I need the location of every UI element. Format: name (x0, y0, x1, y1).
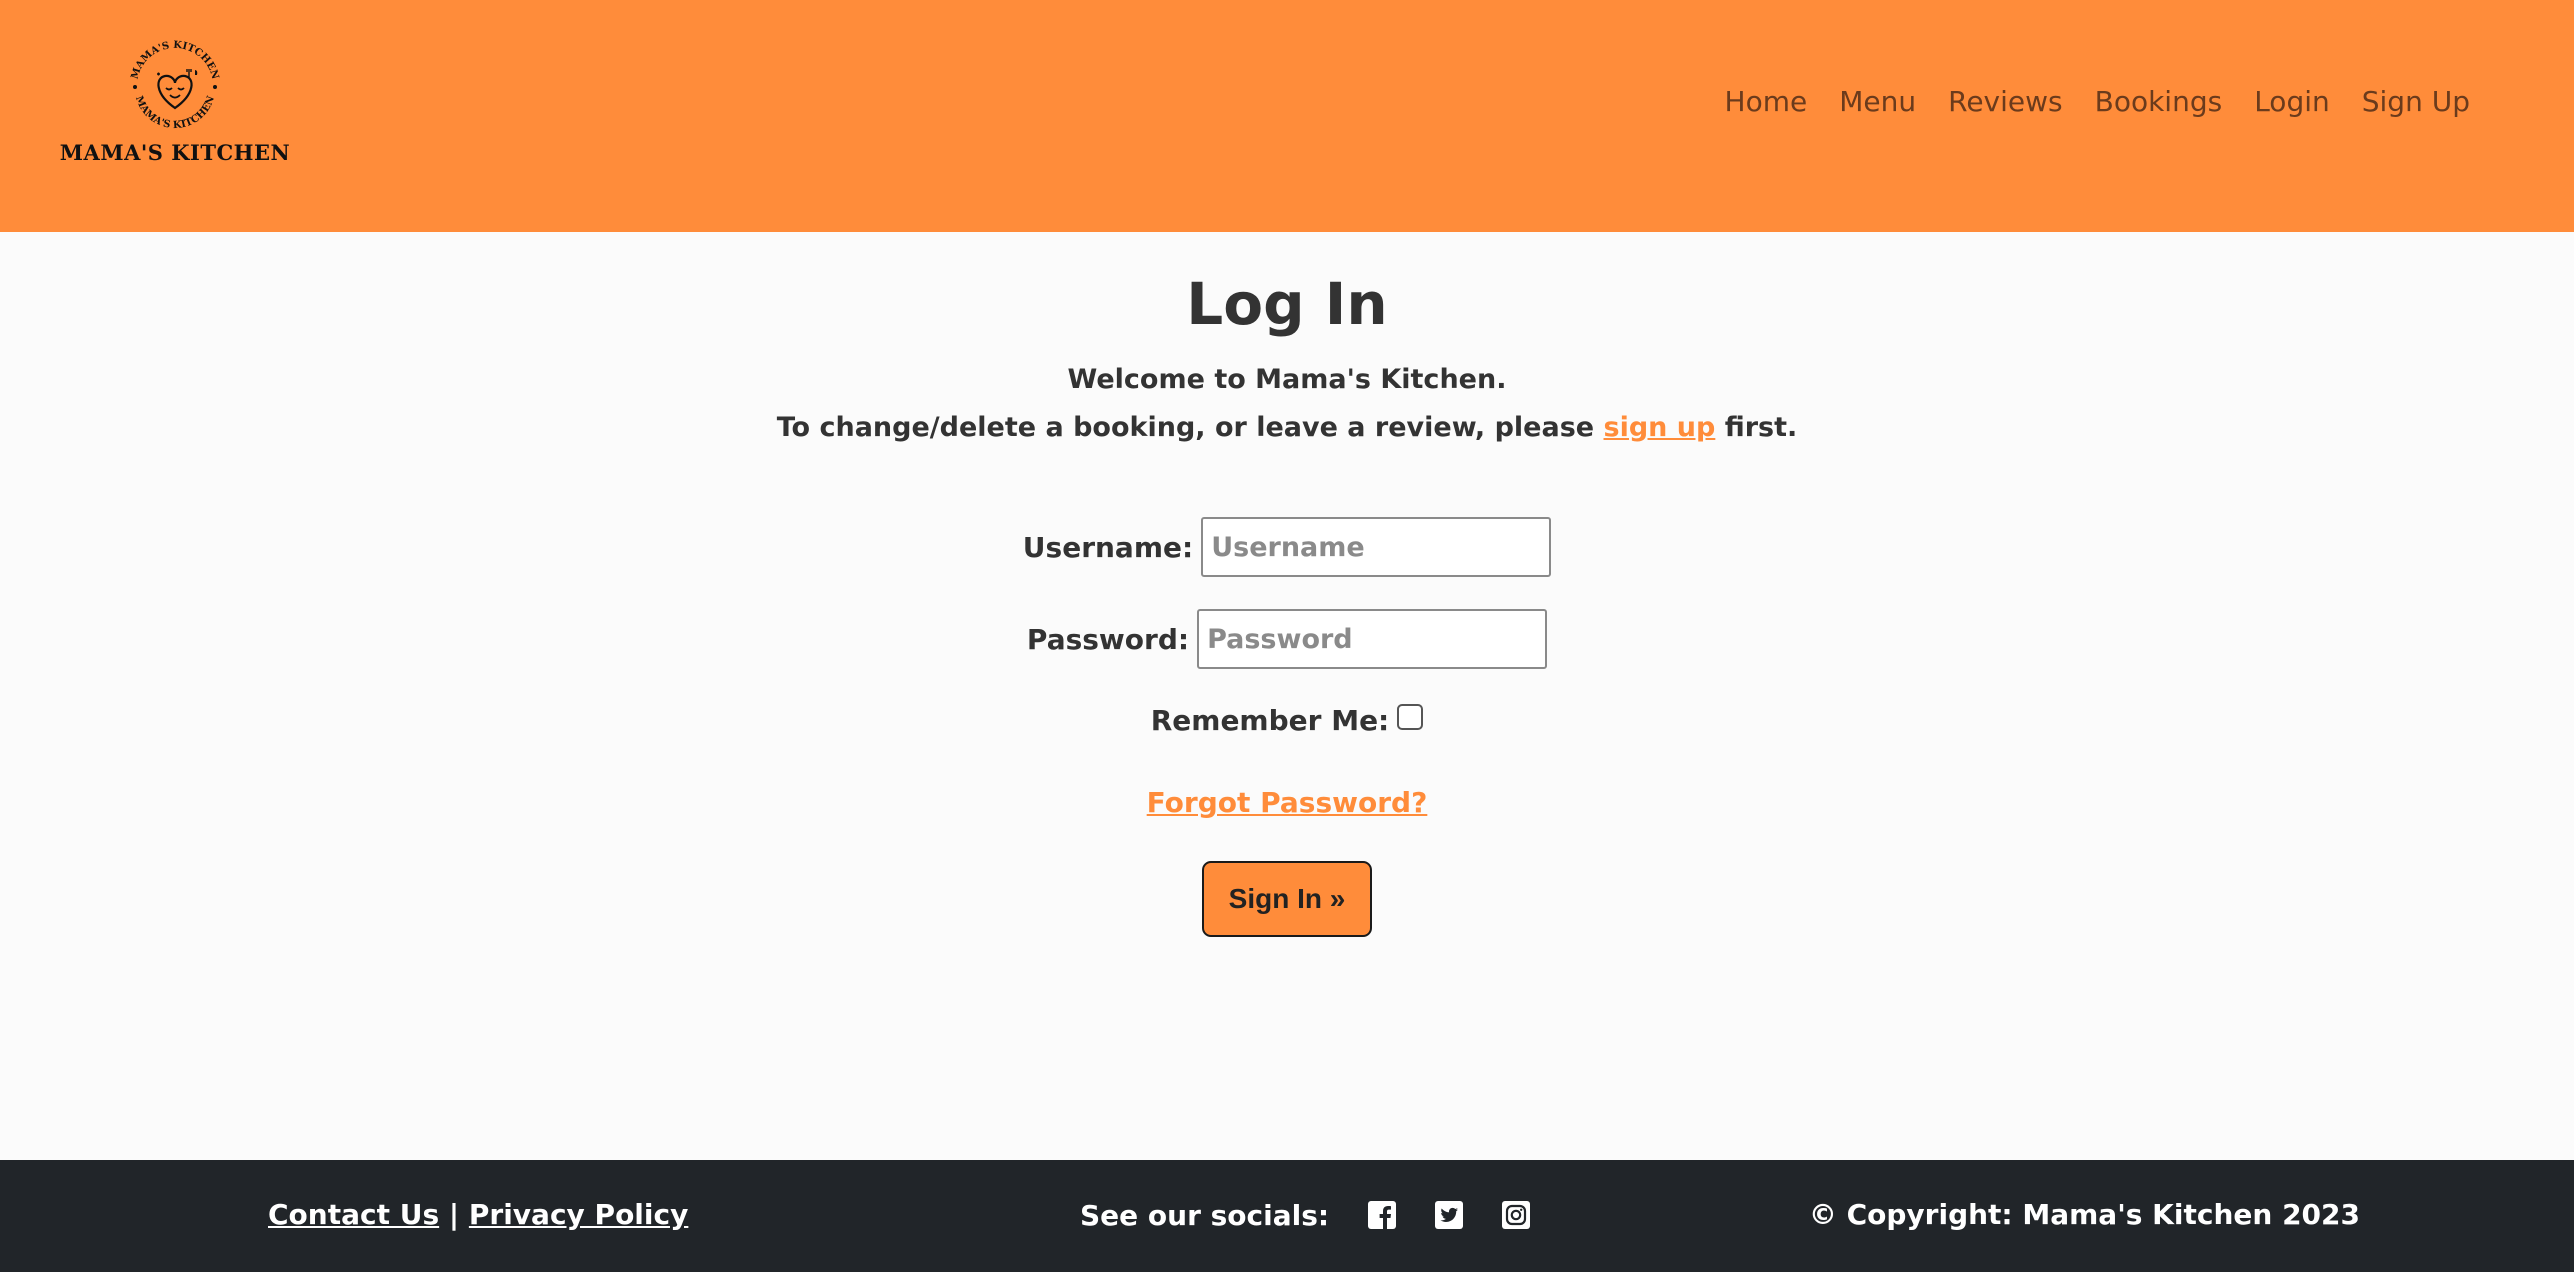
instagram-icon[interactable] (1501, 1200, 1531, 1230)
username-input[interactable] (1201, 517, 1552, 577)
forgot-password-link[interactable]: Forgot Password? (1147, 786, 1428, 819)
password-label: Password: (1026, 622, 1190, 656)
socials-label: See our socials: (1080, 1198, 1330, 1232)
logo-name: MAMA'S KITCHEN (59, 140, 291, 165)
signup-prompt: To change/delete a booking, or leave a r… (0, 412, 2574, 443)
nav-menu[interactable]: Menu (1839, 85, 1916, 118)
signup-link[interactable]: sign up (1604, 412, 1716, 443)
socials: See our socials: (1080, 1196, 1568, 1234)
nav-reviews[interactable]: Reviews (1948, 85, 2063, 118)
site-logo[interactable]: MAMA'S KITCHEN MAMA'S KITCHEN MAMA'S KIT… (60, 36, 290, 166)
page-title: Log In (1186, 270, 1388, 338)
remember-checkbox[interactable] (1397, 704, 1424, 730)
password-input[interactable] (1197, 609, 1548, 669)
username-row: Username: (0, 517, 2574, 577)
nav-bookings[interactable]: Bookings (2095, 85, 2223, 118)
signup-prompt-after: first. (1715, 412, 1798, 443)
welcome-text: Welcome to Mama's Kitchen. (1067, 364, 1507, 395)
logo-arc-top: MAMA'S KITCHEN (130, 40, 221, 81)
contact-us-link[interactable]: Contact Us (268, 1198, 439, 1231)
logo-arc-bottom: MAMA'S KITCHEN (133, 95, 217, 132)
nav-home[interactable]: Home (1725, 85, 1808, 118)
sign-in-button[interactable]: Sign In » (1202, 861, 1372, 937)
signup-prompt-before: To change/delete a booking, or leave a r… (776, 412, 1604, 443)
facebook-icon[interactable] (1367, 1200, 1397, 1230)
nav-signup[interactable]: Sign Up (2362, 85, 2470, 118)
site-footer: Contact Us | Privacy Policy See our soci… (0, 1160, 2574, 1272)
svg-text:MAMA'S KITCHEN: MAMA'S KITCHEN (130, 40, 221, 81)
forgot-row: Forgot Password? (0, 786, 2574, 819)
heart-face-logo-icon: MAMA'S KITCHEN MAMA'S KITCHEN (130, 40, 221, 132)
main-nav: Home Menu Reviews Bookings Login Sign Up (1725, 80, 2470, 122)
svg-text:MAMA'S KITCHEN: MAMA'S KITCHEN (133, 95, 217, 132)
username-label: Username: (1022, 530, 1194, 564)
nav-login[interactable]: Login (2254, 85, 2330, 118)
login-section: Log In Welcome to Mama's Kitchen. To cha… (0, 232, 2574, 1160)
copyright-text: © Copyright: Mama's Kitchen 2023 (1808, 1198, 2360, 1231)
remember-row: Remember Me: (0, 700, 2574, 740)
privacy-policy-link[interactable]: Privacy Policy (469, 1198, 688, 1231)
twitter-icon[interactable] (1434, 1200, 1464, 1230)
footer-separator: | (448, 1198, 460, 1231)
footer-links: Contact Us | Privacy Policy (268, 1198, 688, 1231)
remember-label: Remember Me: (1150, 703, 1390, 737)
password-row: Password: (0, 609, 2574, 669)
site-header: MAMA'S KITCHEN MAMA'S KITCHEN MAMA'S KIT… (0, 0, 2574, 232)
